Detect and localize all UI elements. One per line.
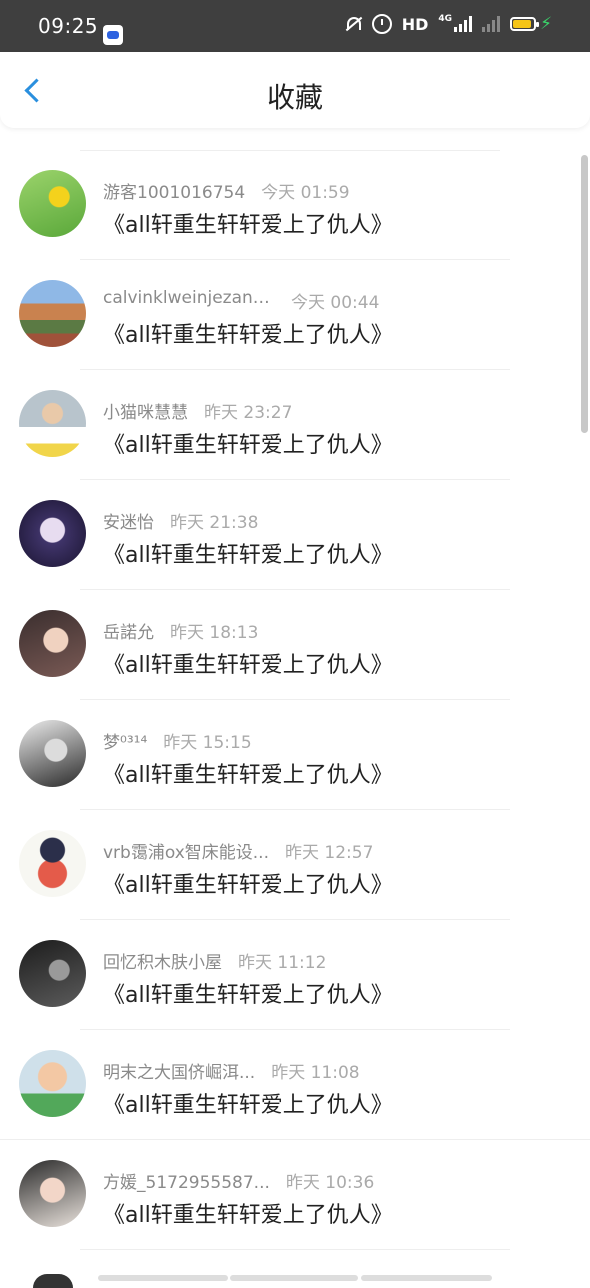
avatar[interactable] bbox=[19, 720, 86, 787]
avatar[interactable] bbox=[19, 1050, 86, 1117]
avatar bbox=[33, 1274, 73, 1288]
placeholder-bar bbox=[361, 1275, 492, 1281]
signal-secondary-icon bbox=[482, 16, 501, 32]
user-name[interactable]: 安迷怡 bbox=[103, 508, 154, 533]
scrollbar[interactable] bbox=[581, 155, 588, 433]
user-name[interactable]: 小猫咪慧慧 bbox=[103, 398, 188, 423]
placeholder-bar bbox=[230, 1275, 358, 1281]
avatar[interactable] bbox=[19, 830, 86, 897]
story-title[interactable]: 《all轩重生轩轩爱上了仇人》 bbox=[103, 317, 393, 349]
list-item[interactable]: 回忆积木肤小屋 昨天 11:12 《all轩重生轩轩爱上了仇人》 bbox=[0, 920, 590, 1030]
avatar[interactable] bbox=[19, 170, 86, 237]
status-bar: 09:25 HD 4G ⚡ bbox=[0, 0, 590, 52]
hd-indicator: HD bbox=[401, 14, 429, 34]
timestamp: 昨天 12:57 bbox=[285, 843, 374, 863]
signal-icon bbox=[454, 16, 473, 32]
user-name[interactable]: 明末之大国侪崛洱... bbox=[103, 1058, 255, 1083]
story-title[interactable]: 《all轩重生轩轩爱上了仇人》 bbox=[103, 757, 393, 789]
list-item[interactable]: 岳諾允 昨天 18:13 《all轩重生轩轩爱上了仇人》 bbox=[0, 590, 590, 700]
story-title[interactable]: 《all轩重生轩轩爱上了仇人》 bbox=[103, 207, 393, 239]
divider bbox=[80, 1249, 510, 1250]
next-list-item-peek bbox=[0, 1272, 590, 1288]
timestamp: 昨天 23:27 bbox=[204, 403, 293, 423]
network-type-label: 4G bbox=[438, 14, 453, 24]
avatar[interactable] bbox=[19, 610, 86, 677]
list-item[interactable]: 梦⁰³¹⁴ 昨天 15:15 《all轩重生轩轩爱上了仇人》 bbox=[0, 700, 590, 810]
user-name[interactable]: 回忆积木肤小屋 bbox=[103, 948, 222, 973]
list-item[interactable]: 方媛_5172955587... 昨天 10:36 《all轩重生轩轩爱上了仇人》 bbox=[0, 1140, 590, 1250]
list-item[interactable]: calvinklweinjezans... 今天 00:44 《all轩重生轩轩爱… bbox=[0, 260, 590, 370]
list-item[interactable]: 安迷怡 昨天 21:38 《all轩重生轩轩爱上了仇人》 bbox=[0, 480, 590, 590]
timestamp: 今天 01:59 bbox=[261, 183, 350, 203]
bell-muted-icon bbox=[344, 15, 362, 33]
list-item[interactable]: 小猫咪慧慧 昨天 23:27 《all轩重生轩轩爱上了仇人》 bbox=[0, 370, 590, 480]
list-item[interactable]: vrb霭浦ox智床能设... 昨天 12:57 《all轩重生轩轩爱上了仇人》 bbox=[0, 810, 590, 920]
timestamp: 昨天 11:12 bbox=[238, 953, 327, 973]
charging-icon: ⚡ bbox=[540, 14, 552, 34]
story-title[interactable]: 《all轩重生轩轩爱上了仇人》 bbox=[103, 427, 393, 459]
timestamp: 昨天 15:15 bbox=[163, 733, 252, 753]
list-item[interactable]: 游客1001016754 今天 01:59 《all轩重生轩轩爱上了仇人》 bbox=[0, 150, 590, 260]
user-name[interactable]: 岳諾允 bbox=[103, 618, 154, 643]
user-name[interactable]: vrb霭浦ox智床能设... bbox=[103, 838, 269, 863]
placeholder-bar bbox=[98, 1275, 228, 1281]
avatar[interactable] bbox=[19, 390, 86, 457]
battery-icon bbox=[510, 17, 540, 31]
user-name[interactable]: 游客1001016754 bbox=[103, 178, 245, 203]
story-title[interactable]: 《all轩重生轩轩爱上了仇人》 bbox=[103, 537, 393, 569]
app-notification-icon bbox=[103, 25, 123, 45]
user-name[interactable]: 方媛_5172955587... bbox=[103, 1168, 270, 1193]
page-title: 收藏 bbox=[266, 81, 323, 114]
avatar[interactable] bbox=[19, 500, 86, 567]
avatar[interactable] bbox=[19, 280, 86, 347]
story-title[interactable]: 《all轩重生轩轩爱上了仇人》 bbox=[103, 867, 393, 899]
timestamp: 昨天 18:13 bbox=[170, 623, 259, 643]
timestamp: 昨天 21:38 bbox=[170, 513, 259, 533]
story-title[interactable]: 《all轩重生轩轩爱上了仇人》 bbox=[103, 1087, 393, 1119]
user-name[interactable]: calvinklweinjezans... bbox=[103, 288, 275, 313]
avatar[interactable] bbox=[19, 940, 86, 1007]
status-icons: HD 4G ⚡ bbox=[344, 14, 552, 34]
favorites-list: 游客1001016754 今天 01:59 《all轩重生轩轩爱上了仇人》 cal… bbox=[0, 150, 590, 1250]
timestamp: 昨天 10:36 bbox=[285, 1173, 375, 1193]
avatar[interactable] bbox=[19, 1160, 86, 1227]
alarm-icon bbox=[371, 14, 392, 34]
list-item[interactable]: 明末之大国侪崛洱... 昨天 11:08 《all轩重生轩轩爱上了仇人》 bbox=[0, 1030, 590, 1140]
user-name[interactable]: 梦⁰³¹⁴ bbox=[103, 728, 147, 753]
navigation-bar: 收藏 bbox=[0, 52, 590, 128]
story-title[interactable]: 《all轩重生轩轩爱上了仇人》 bbox=[103, 977, 393, 1009]
timestamp: 今天 00:44 bbox=[291, 293, 380, 313]
timestamp: 昨天 11:08 bbox=[271, 1063, 360, 1083]
story-title[interactable]: 《all轩重生轩轩爱上了仇人》 bbox=[103, 647, 393, 679]
status-time: 09:25 bbox=[38, 14, 99, 38]
story-title[interactable]: 《all轩重生轩轩爱上了仇人》 bbox=[103, 1197, 393, 1229]
